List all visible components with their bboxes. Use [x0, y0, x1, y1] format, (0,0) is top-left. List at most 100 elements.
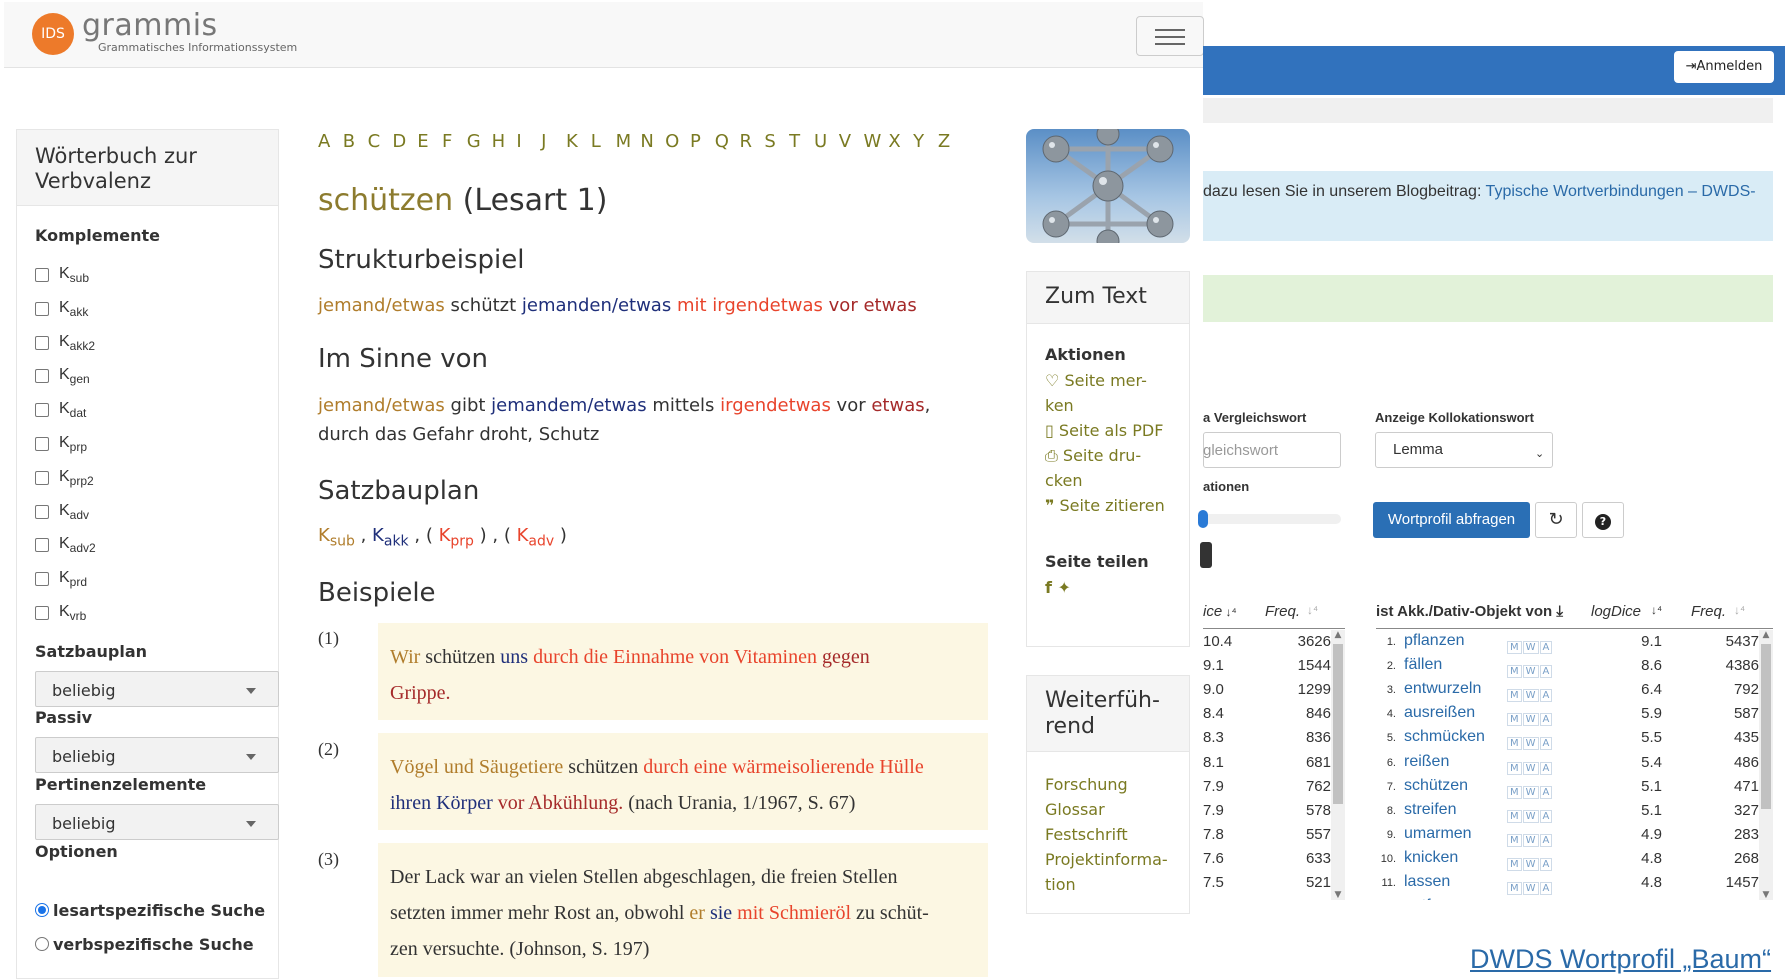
checkbox-icon[interactable]: [35, 470, 49, 485]
komplement-checkbox-prd[interactable]: Kprd: [35, 566, 87, 592]
mwa-a-link[interactable]: A: [1539, 809, 1553, 823]
collocate-link[interactable]: schützen: [1404, 777, 1468, 795]
collocate-link[interactable]: entfernen: [1404, 897, 1472, 900]
kollokationen-slider[interactable]: [1203, 514, 1341, 524]
right-table-scrollbar[interactable]: ▲ ▼: [1759, 630, 1773, 900]
mwa-a-link[interactable]: A: [1539, 761, 1553, 775]
alphabet-letter-q[interactable]: Q: [715, 131, 740, 152]
alphabet-letter-c[interactable]: C: [368, 131, 393, 152]
table-row[interactable]: 7.9 762: [1203, 775, 1331, 799]
table-row[interactable]: 1. pflanzen M W A 9.1 5437: [1376, 630, 1759, 654]
alphabet-letter-p[interactable]: P: [690, 131, 715, 152]
collocate-link[interactable]: fällen: [1404, 656, 1442, 674]
table-row[interactable]: 9.0 1299: [1203, 678, 1331, 702]
collocate-link[interactable]: umarmen: [1404, 825, 1472, 843]
weiter-link-forschung[interactable]: Forschung: [1045, 772, 1128, 797]
alphabet-letter-g[interactable]: G: [467, 131, 492, 152]
download-icon[interactable]: ⤓: [1552, 603, 1563, 620]
help-button[interactable]: ?: [1582, 502, 1624, 538]
collocate-link[interactable]: pflanzen: [1404, 632, 1465, 650]
table-row[interactable]: 8.4 846: [1203, 702, 1331, 726]
alphabet-letter-v[interactable]: V: [839, 131, 864, 152]
refresh-button[interactable]: ↻: [1535, 502, 1577, 538]
weiter-link-festschrift[interactable]: Festschrift: [1045, 822, 1128, 847]
table-row[interactable]: 8.3 836: [1203, 726, 1331, 750]
anmelden-button[interactable]: ⇥Anmelden: [1674, 51, 1774, 83]
collocate-link[interactable]: knicken: [1404, 849, 1458, 867]
left-table-scrollbar[interactable]: ▲ ▼: [1331, 630, 1345, 900]
table-row[interactable]: 7.9 578: [1203, 799, 1331, 823]
facebook-icon[interactable]: f: [1045, 578, 1052, 597]
komplement-checkbox-adv[interactable]: Kadv: [35, 499, 89, 525]
checkbox-icon[interactable]: [35, 538, 49, 553]
alphabet-letter-m[interactable]: M: [616, 131, 641, 152]
sort-icon[interactable]: ↓⁴: [1651, 603, 1662, 617]
mwa-w-link[interactable]: W: [1522, 785, 1539, 799]
alphabet-letter-a[interactable]: A: [318, 131, 343, 152]
passiv-select[interactable]: beliebig: [35, 737, 279, 773]
blog-link[interactable]: Typische Wortverbindungen – DWDS-: [1486, 183, 1756, 200]
alphabet-letter-z[interactable]: Z: [938, 131, 963, 152]
dark-handle[interactable]: [1200, 542, 1212, 568]
alphabet-letter-t[interactable]: T: [789, 131, 814, 152]
mwa-m-link[interactable]: M: [1507, 761, 1522, 775]
table-row[interactable]: 9.1 1544: [1203, 654, 1331, 678]
mwa-m-link[interactable]: M: [1507, 641, 1522, 654]
mwa-m-link[interactable]: M: [1507, 785, 1522, 799]
mwa-a-link[interactable]: A: [1539, 785, 1553, 799]
sort-icon[interactable]: ↓⁴: [1307, 603, 1318, 617]
mwa-m-link[interactable]: M: [1507, 665, 1522, 679]
radio-unselected-icon[interactable]: [35, 937, 49, 951]
table-row[interactable]: 10. knicken M W A 4.8 268: [1376, 847, 1759, 871]
scrollbar-thumb[interactable]: [1761, 644, 1771, 809]
alphabet-letter-w[interactable]: W: [864, 131, 889, 152]
mwa-a-link[interactable]: A: [1539, 641, 1553, 654]
alphabet-letter-u[interactable]: U: [814, 131, 839, 152]
mwa-w-link[interactable]: W: [1522, 857, 1539, 871]
alphabet-letter-k[interactable]: K: [566, 131, 591, 152]
mwa-m-link[interactable]: M: [1507, 689, 1522, 703]
twitter-icon[interactable]: ✦: [1058, 578, 1071, 597]
checkbox-icon[interactable]: [35, 301, 49, 316]
mwa-m-link[interactable]: M: [1507, 833, 1522, 847]
table-row[interactable]: 11. lassen M W A 4.8 1457: [1376, 871, 1759, 895]
checkbox-icon[interactable]: [35, 572, 49, 587]
logdice-col-header[interactable]: logDice: [1591, 603, 1641, 620]
table-row[interactable]: 7. schützen M W A 5.1 471: [1376, 775, 1759, 799]
alphabet-letter-l[interactable]: L: [591, 131, 616, 152]
mwa-a-link[interactable]: A: [1539, 713, 1553, 727]
freq-col-header[interactable]: Freq.: [1691, 603, 1726, 620]
alphabet-letter-o[interactable]: O: [665, 131, 690, 152]
collocate-link[interactable]: entwurzeln: [1404, 680, 1481, 698]
komplement-checkbox-dat[interactable]: Kdat: [35, 397, 86, 423]
alphabet-letter-y[interactable]: Y: [913, 131, 938, 152]
checkbox-icon[interactable]: [35, 369, 49, 384]
seite-pdf-link[interactable]: ▯ Seite als PDF: [1045, 418, 1163, 443]
collocate-link[interactable]: reißen: [1404, 753, 1449, 771]
slider-handle[interactable]: [1198, 510, 1208, 528]
komplement-checkbox-gen[interactable]: Kgen: [35, 363, 90, 389]
scrollbar-thumb[interactable]: [1333, 644, 1343, 804]
komplement-checkbox-prp[interactable]: Kprp: [35, 431, 87, 457]
alphabet-letter-s[interactable]: S: [764, 131, 789, 152]
table-row[interactable]: 8.1 681: [1203, 751, 1331, 775]
grammis-logo-text[interactable]: grammis: [82, 9, 218, 43]
komplement-checkbox-sub[interactable]: Ksub: [35, 262, 89, 288]
table-row[interactable]: 9. umarmen M W A 4.9 283: [1376, 823, 1759, 847]
dwds-wortprofil-caption-link[interactable]: DWDS Wortprofil „Baum“: [1470, 944, 1771, 975]
alphabet-letter-e[interactable]: E: [417, 131, 442, 152]
komplement-checkbox-vrb[interactable]: Kvrb: [35, 600, 86, 626]
mwa-w-link[interactable]: W: [1522, 689, 1539, 703]
komplement-checkbox-prp2[interactable]: Kprp2: [35, 465, 94, 491]
komplement-checkbox-akk[interactable]: Kakk: [35, 296, 88, 322]
mwa-m-link[interactable]: M: [1507, 713, 1522, 727]
checkbox-icon[interactable]: [35, 403, 49, 418]
mwa-m-link[interactable]: M: [1507, 809, 1522, 823]
checkbox-icon[interactable]: [35, 268, 49, 282]
mwa-a-link[interactable]: A: [1539, 833, 1553, 847]
mwa-a-link[interactable]: A: [1539, 689, 1553, 703]
table-row[interactable]: 7.8 557: [1203, 823, 1331, 847]
seite-merken-link[interactable]: ♡ Seite mer-ken: [1045, 368, 1147, 418]
alphabet-letter-r[interactable]: R: [740, 131, 765, 152]
table-row[interactable]: 7.6 633: [1203, 847, 1331, 871]
